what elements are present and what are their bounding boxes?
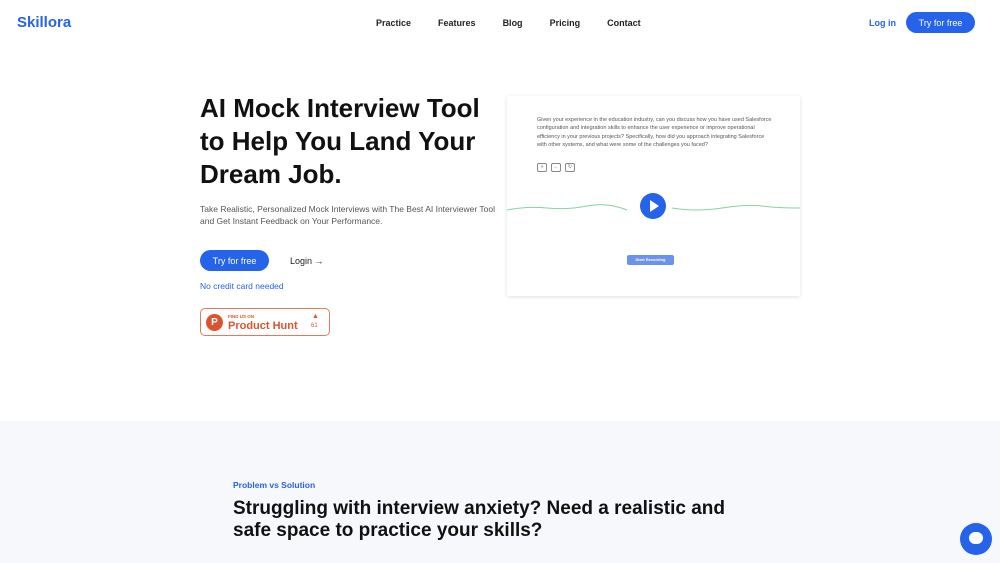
hero-subtitle: Take Realistic, Personalized Mock Interv…	[200, 204, 495, 226]
hero-try-button[interactable]: Try for free	[200, 250, 269, 271]
nav-blog[interactable]: Blog	[503, 18, 523, 28]
skip-icon[interactable]: »	[537, 163, 547, 172]
try-free-button[interactable]: Try for free	[906, 12, 975, 33]
back-icon[interactable]: ←	[551, 163, 561, 172]
nav-pricing[interactable]: Pricing	[550, 18, 581, 28]
play-button[interactable]	[640, 193, 666, 219]
no-credit-card-note: No credit card needed	[200, 281, 284, 291]
login-link[interactable]: Log in	[869, 18, 896, 28]
start-recording-button[interactable]: Start Recording	[627, 255, 674, 265]
ph-find-text: FIND US ON	[228, 314, 255, 319]
section-tag: Problem vs Solution	[233, 480, 316, 490]
product-hunt-icon: P	[206, 314, 223, 331]
nav-links: Practice Features Blog Pricing Contact	[376, 18, 668, 28]
hero-title: AI Mock Interview Tool to Help You Land …	[200, 93, 480, 189]
ph-name: Product Hunt	[228, 320, 298, 332]
hero-login-link[interactable]: Login →	[290, 256, 324, 266]
nav-features[interactable]: Features	[438, 18, 476, 28]
ph-count: 61	[311, 323, 318, 329]
section-title: Struggling with interview anxiety? Need …	[233, 498, 726, 541]
nav-practice[interactable]: Practice	[376, 18, 411, 28]
chat-widget-button[interactable]	[960, 523, 992, 555]
demo-card: Given your experience in the education i…	[507, 96, 800, 296]
product-hunt-badge[interactable]: P FIND US ON Product Hunt ▲ 61	[200, 308, 330, 336]
logo[interactable]: Skillora	[17, 14, 71, 31]
upvote-icon: ▲	[312, 313, 319, 320]
interview-question: Given your experience in the education i…	[537, 117, 772, 148]
replay-icon[interactable]: ↻	[565, 163, 575, 172]
nav-contact[interactable]: Contact	[607, 18, 641, 28]
navbar: Skillora Practice Features Blog Pricing Cont…	[0, 0, 1000, 45]
